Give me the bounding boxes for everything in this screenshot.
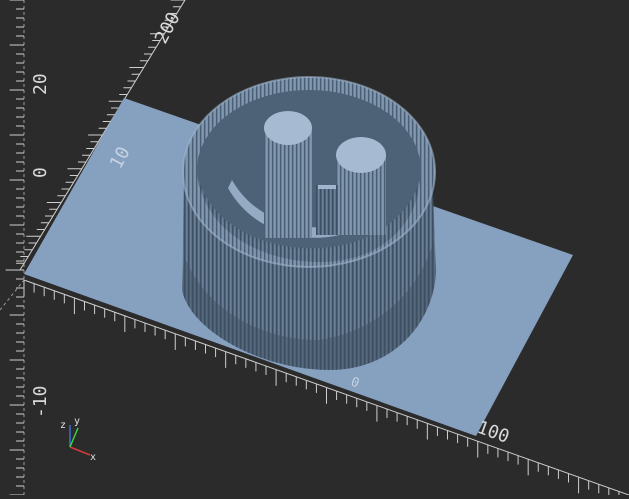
viewport-canvas[interactable]: 200 20 0 -10 100 10 0 x z y [0, 0, 629, 499]
axis-label-20: 20 [30, 73, 51, 95]
3d-viewport[interactable]: 200 20 0 -10 100 10 0 x z y [0, 0, 629, 499]
axis-label-neg10: -10 [30, 385, 51, 418]
indicator-y-label: y [74, 416, 80, 427]
axis-label-0: 0 [30, 167, 51, 178]
axis-label-100: 100 [474, 417, 512, 448]
cup-model [182, 76, 436, 370]
indicator-x-label: x [90, 452, 96, 463]
indicator-z-label: z [60, 420, 66, 431]
axis-orientation-indicator: x z y [60, 416, 96, 463]
axis-label-200: 200 [151, 9, 185, 48]
